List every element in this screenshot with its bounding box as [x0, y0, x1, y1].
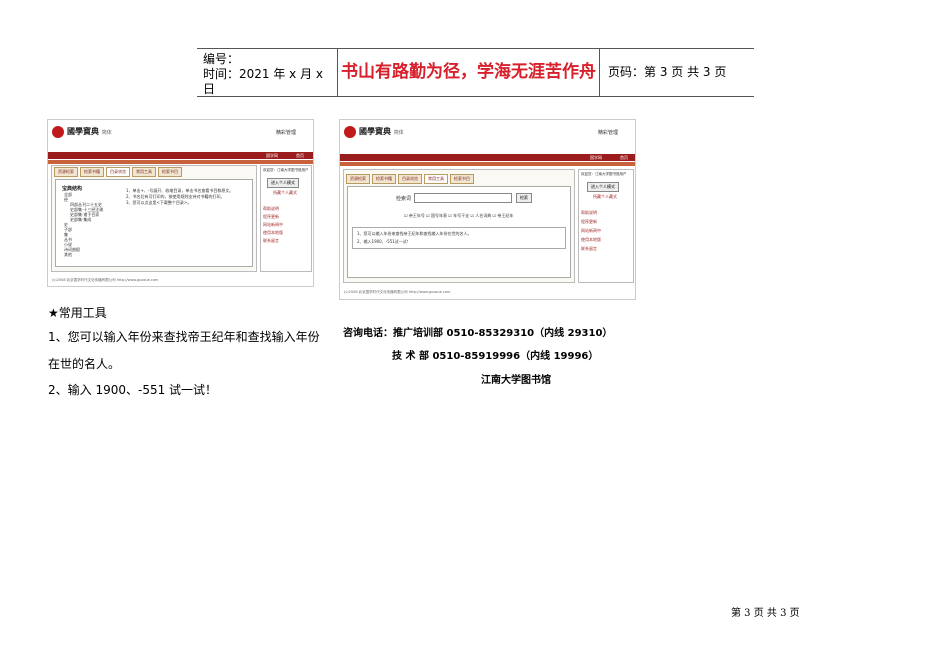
- tab-resource[interactable]: 资源检索: [346, 174, 370, 184]
- personal-mode-button[interactable]: 进入个人模式: [587, 182, 619, 192]
- tab-book-search[interactable]: 检索书籍: [372, 174, 396, 184]
- orange-bar: [340, 162, 635, 166]
- tab-bar: 资源检索 检索书籍 目录浏览 常用工具 检索书目: [54, 167, 182, 177]
- main-panel: 资源检索 检索书籍 目录浏览 常用工具 检索书目 检索词 检索 ☑ 帝王年号 ☑…: [343, 169, 575, 283]
- side-link[interactable]: 帮助说明: [581, 210, 597, 216]
- section-title: ★常用工具: [48, 306, 107, 320]
- info-box: 1、您可以输入年份来查找帝王纪年和查找输入年份在世的名人。 2、输入1900、-…: [352, 227, 566, 249]
- contact-training: 咨询电话：推广培训部 0510-85329310（内线 29310）: [343, 328, 613, 339]
- motto: 书山有路勤为径，学海无涯苦作舟: [338, 49, 600, 96]
- content-box: 检索词 检索 ☑ 帝王年号 ☑ 国号年表 ☑ 年号干支 ☑ 人名词典 ☑ 帝王纪…: [347, 186, 571, 278]
- time-label: 时间：2021 年 x 月 x 日: [203, 67, 324, 96]
- top-link-guoxue[interactable]: 国学网: [266, 153, 278, 159]
- side-link[interactable]: 联系留言: [581, 246, 597, 252]
- tab-tools[interactable]: 常用工具: [132, 167, 156, 177]
- side-link[interactable]: 帮助说明: [263, 206, 279, 212]
- content-box: 宝典结构 全部 经 四部丛刊二十五史 史部集·十三经注疏 史部集·诸子百家 史部…: [55, 179, 253, 267]
- top-link-home[interactable]: 首页: [620, 155, 628, 161]
- screenshot-directory-browse: 國學寶典 简体 精彩管理 国学网 首页 资源检索 检索书籍 目录浏览 常用工具 …: [47, 119, 314, 287]
- side-link[interactable]: 程序更新: [263, 214, 279, 220]
- info-line: 1、您可以输入年份来查找帝王纪年和查找输入年份在世的名人。: [357, 231, 472, 236]
- side-link[interactable]: 所藏个人藏式: [593, 194, 617, 200]
- search-input[interactable]: [414, 193, 512, 203]
- body-line-3: 2、输入 1900、-551 试一试！: [48, 383, 218, 397]
- side-title: 欢迎您：江南大学图书馆用户: [263, 168, 309, 172]
- contact-library: 江南大学图书馆: [481, 375, 551, 386]
- brand: 國學寶典 简体: [359, 127, 404, 136]
- main-panel: 资源检索 检索书籍 目录浏览 常用工具 检索书目 宝典结构 全部 经 四部丛刊二…: [51, 165, 257, 272]
- tree-item[interactable]: 其他: [64, 252, 72, 258]
- info-line: 2、输入1900、-551试一试！: [357, 239, 411, 244]
- side-link[interactable]: 使用本地版: [581, 237, 601, 243]
- tab-resource[interactable]: 资源检索: [54, 167, 78, 177]
- shot-footer: (c)2008 北京国学时代文化传播有限公司 http://www.guoxue…: [52, 278, 159, 282]
- side-link[interactable]: 程序更新: [581, 219, 597, 225]
- header-right[interactable]: 精彩管理: [276, 129, 296, 136]
- logo-icon: [52, 126, 64, 138]
- tab-bar: 资源检索 检索书籍 目录浏览 常用工具 检索书目: [346, 174, 474, 184]
- top-link-home[interactable]: 首页: [296, 153, 304, 159]
- side-link[interactable]: 联系留言: [263, 238, 279, 244]
- tree-title: 宝典结构: [62, 186, 83, 192]
- logo-icon: [344, 126, 356, 138]
- tab-catalog[interactable]: 检索书目: [158, 167, 182, 177]
- header-right[interactable]: 精彩管理: [598, 129, 618, 136]
- side-link[interactable]: 网站新闻中: [581, 228, 601, 234]
- page-header: 编号： 时间：2021 年 x 月 x 日 书山有路勤为径，学海无涯苦作舟 页码…: [197, 48, 754, 97]
- tab-directory[interactable]: 目录浏览: [106, 167, 130, 177]
- tab-book-search[interactable]: 检索书籍: [80, 167, 104, 177]
- info-line: 3、您可以点这里<下载整个目录>。: [126, 200, 192, 205]
- tree-item[interactable]: 史部集·集成: [70, 217, 91, 223]
- brand: 國學寶典 简体: [67, 127, 112, 136]
- side-title: 欢迎您：江南大学图书馆用户: [581, 172, 627, 176]
- side-link[interactable]: 使用本地版: [263, 230, 283, 236]
- search-button[interactable]: 检索: [516, 193, 532, 203]
- sidebar: 欢迎您：江南大学图书馆用户 进入个人模式 所藏个人藏式 帮助说明 程序更新 网站…: [578, 169, 634, 283]
- body-line-1: 1、您可以输入年份来查找帝王纪年和查找输入年份: [48, 330, 320, 344]
- side-link[interactable]: 所藏个人藏式: [273, 190, 297, 196]
- tab-tools[interactable]: 常用工具: [424, 174, 448, 184]
- header-meta: 编号： 时间：2021 年 x 月 x 日: [197, 49, 338, 96]
- search-label: 检索词: [396, 196, 412, 202]
- search-options[interactable]: ☑ 帝王年号 ☑ 国号年表 ☑ 年号干支 ☑ 人名词典 ☑ 帝王纪年: [404, 213, 513, 219]
- side-link[interactable]: 网站新闻中: [263, 222, 283, 228]
- page-number: 第 3 页 共 3 页: [731, 608, 800, 619]
- tab-catalog[interactable]: 检索书目: [450, 174, 474, 184]
- tree-item[interactable]: 经: [64, 197, 68, 203]
- tab-directory[interactable]: 目录浏览: [398, 174, 422, 184]
- number-label: 编号：: [203, 52, 240, 66]
- top-link-guoxue[interactable]: 国学网: [590, 155, 602, 161]
- shot-footer: (c)2008 北京国学时代文化传播有限公司 http://www.guoxue…: [344, 290, 451, 294]
- screenshot-common-tools: 國學寶典 简体 精彩管理 国学网 首页 资源检索 检索书籍 目录浏览 常用工具 …: [339, 119, 636, 300]
- orange-bar: [48, 160, 313, 164]
- page-label: 页码：第 3 页 共 3 页: [608, 65, 727, 79]
- personal-mode-button[interactable]: 进入个人模式: [267, 178, 299, 188]
- body-line-2: 在世的名人。: [48, 357, 121, 371]
- contact-tech: 技 术 部 0510-85919996（内线 19996）: [392, 351, 599, 362]
- sidebar: 欢迎您：江南大学图书馆用户 进入个人模式 所藏个人藏式 帮助说明 程序更新 网站…: [260, 165, 312, 272]
